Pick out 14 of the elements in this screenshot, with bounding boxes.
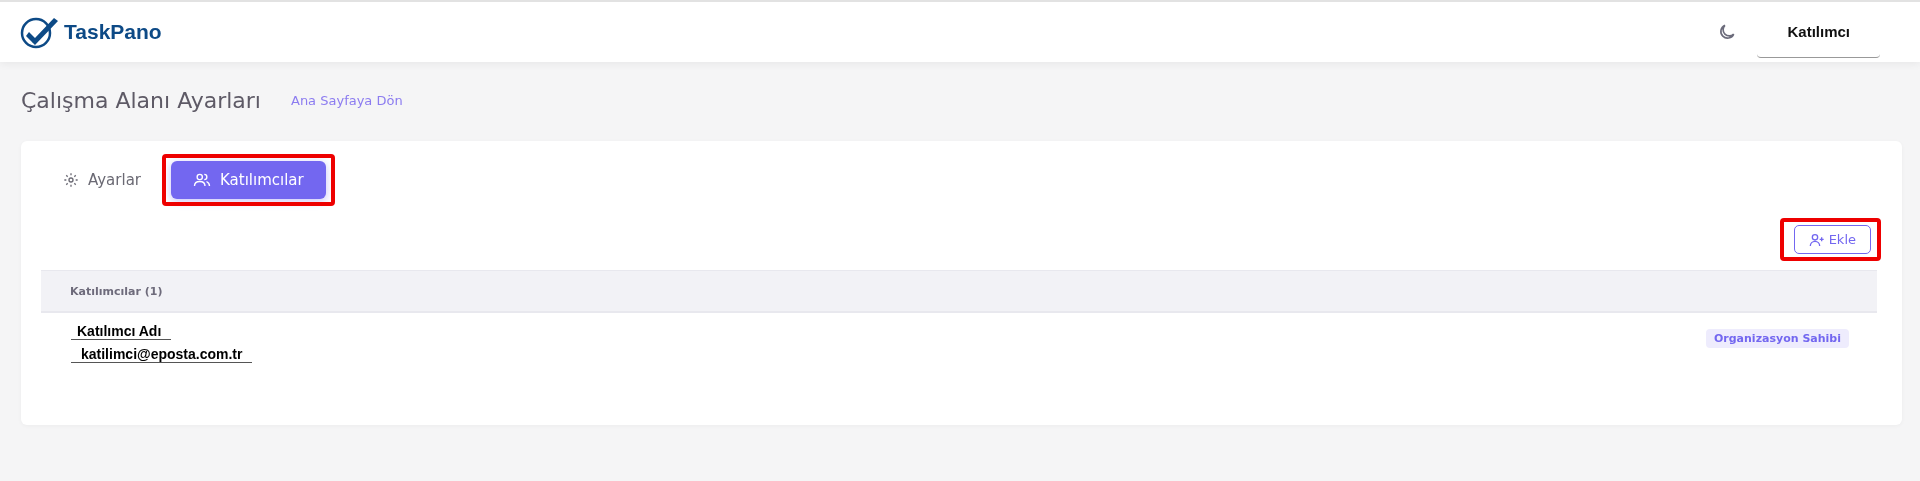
back-link[interactable]: Ana Sayfaya Dön xyxy=(291,92,403,108)
participant-name: Katılımcı Adı xyxy=(71,323,172,340)
tab[interactable]: Katılımcılar xyxy=(171,161,326,199)
add-user-icon xyxy=(1808,231,1825,248)
gear-icon xyxy=(63,172,79,188)
users-icon xyxy=(193,171,211,189)
participant-email: katilimci@eposta.com.tr xyxy=(71,346,253,363)
role-badge: Organizasyon Sahibi xyxy=(1705,328,1849,348)
logo-icon xyxy=(20,15,60,49)
page-title: Çalışma Alanı Ayarları xyxy=(21,87,261,113)
add-button[interactable]: Ekle xyxy=(1793,225,1871,254)
column-heading: Katılımcılar (1) xyxy=(70,284,163,298)
tab[interactable]: Ayarlar xyxy=(41,161,163,199)
logo-text: TaskPano xyxy=(64,20,162,44)
